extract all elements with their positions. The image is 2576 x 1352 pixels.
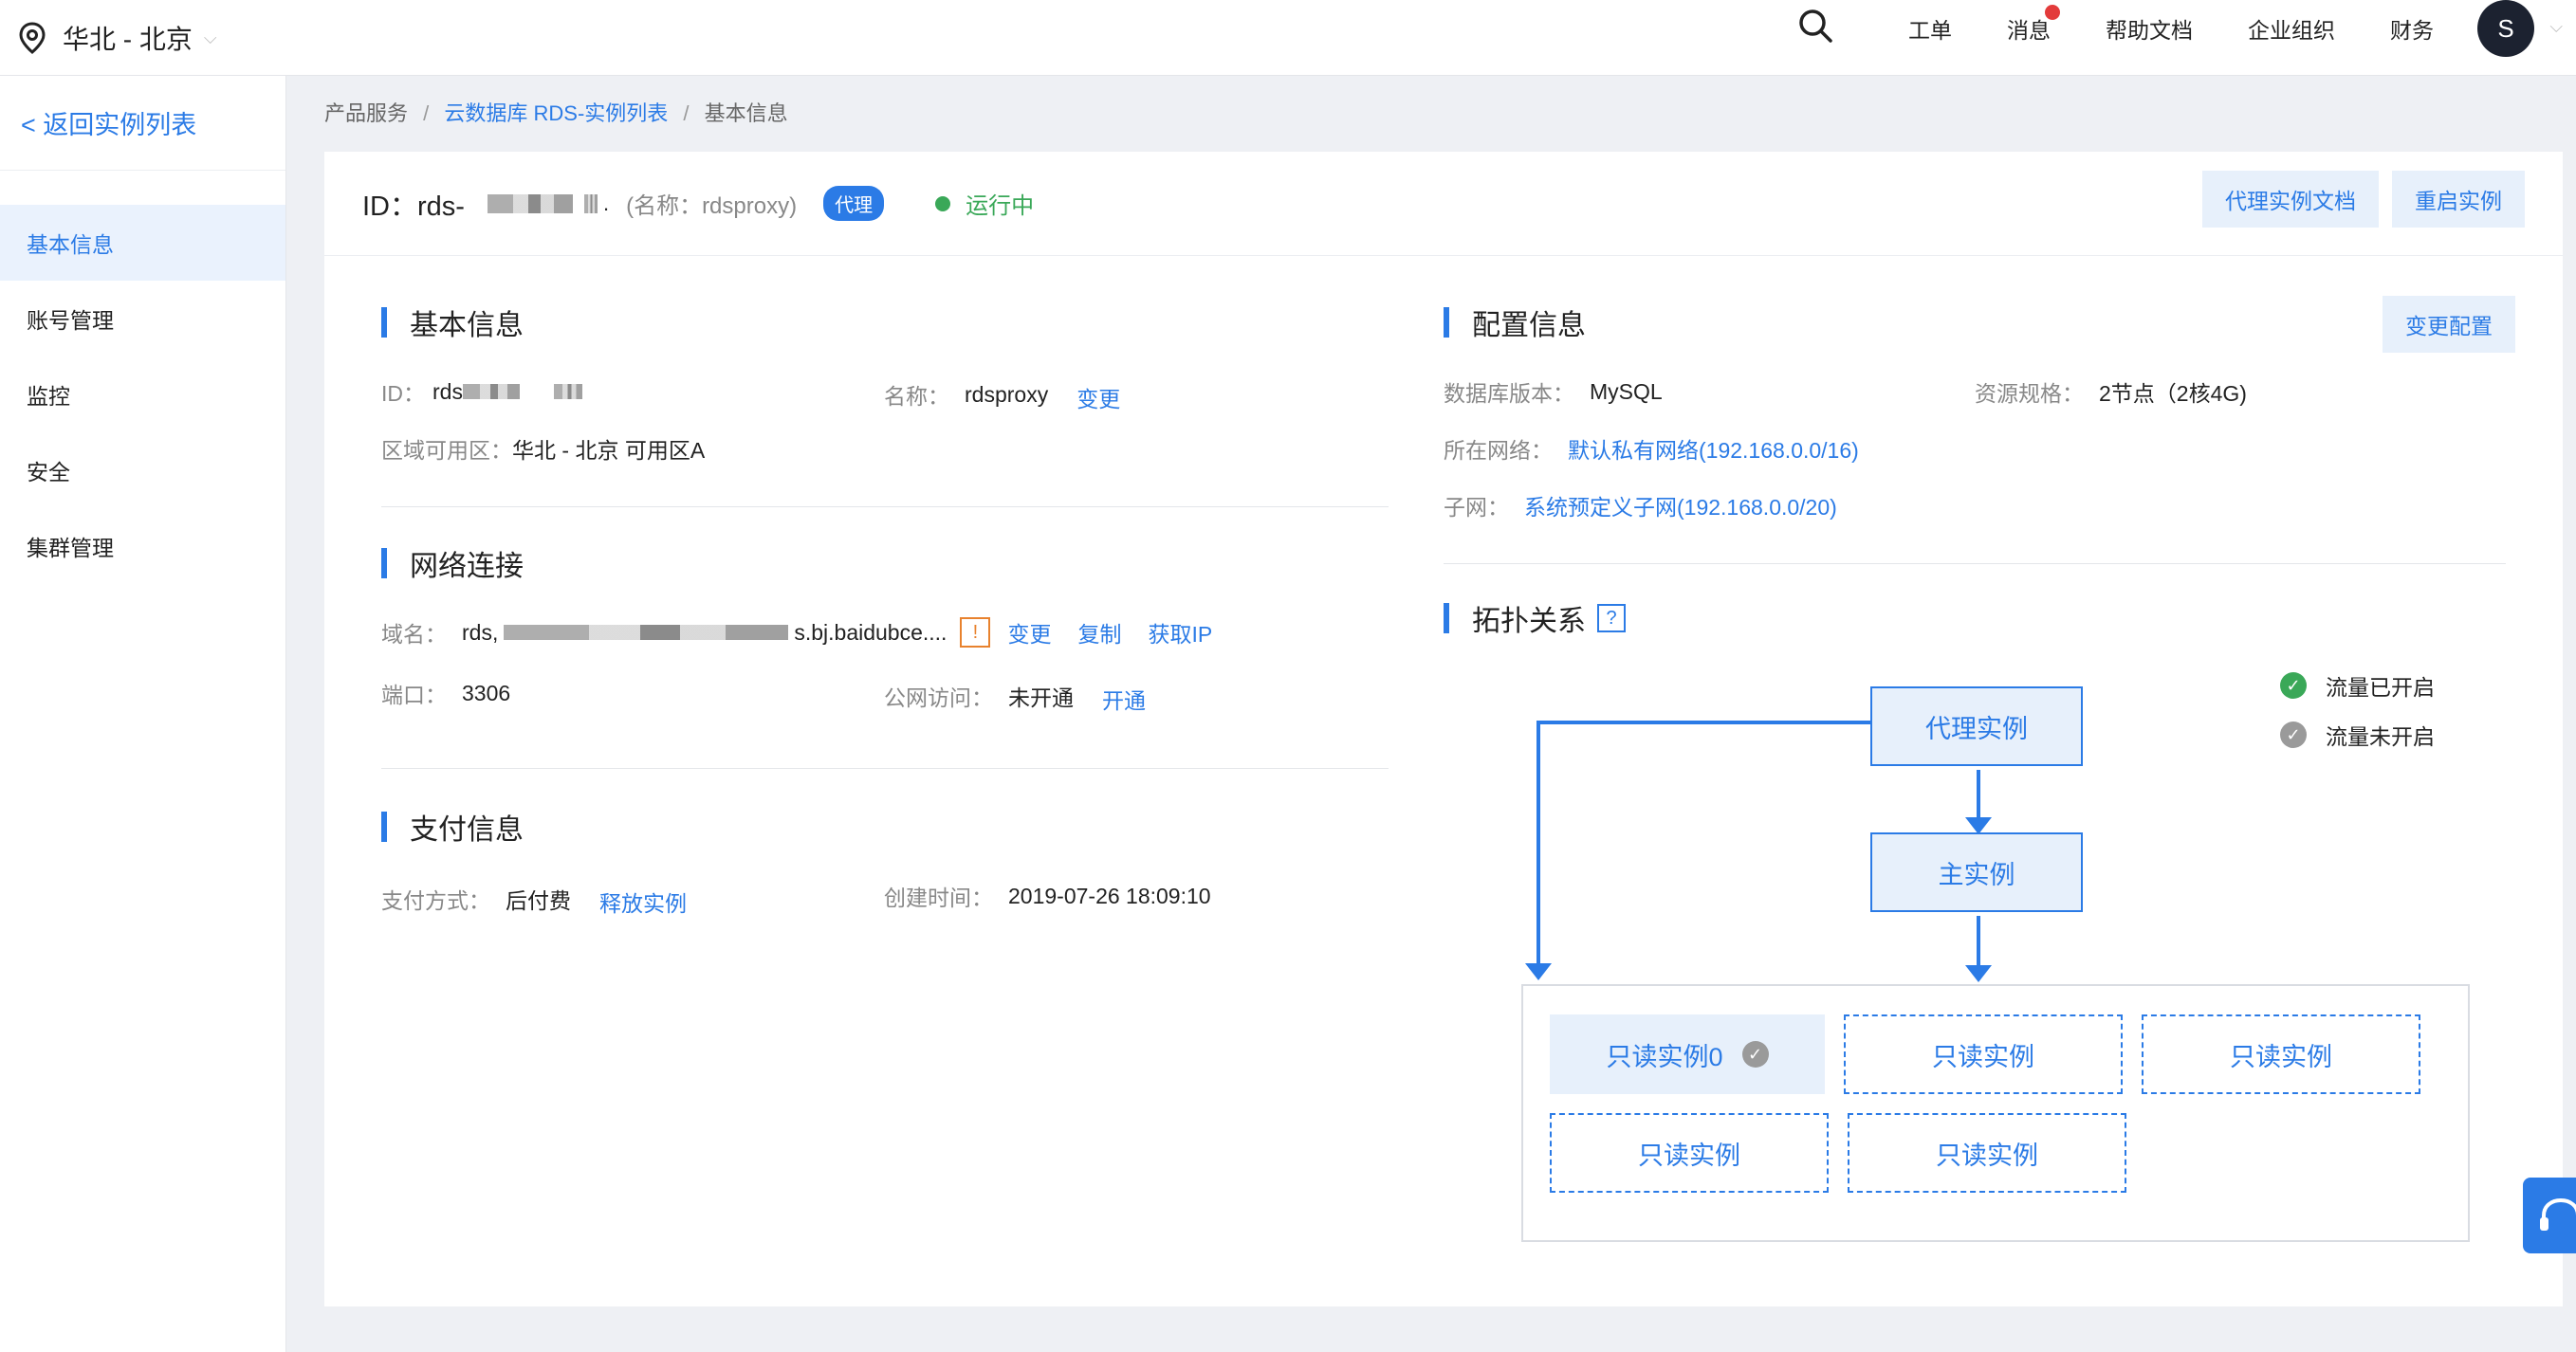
nav-finance[interactable]: 财务: [2390, 12, 2434, 45]
readonly-instance-node[interactable]: 只读实例: [1844, 1014, 2123, 1094]
proxy-instance-node[interactable]: 代理实例: [1870, 686, 2083, 766]
readonly-instance-label: 只读实例0: [1606, 1042, 1723, 1071]
sidebar-item-monitoring[interactable]: 监控: [0, 356, 285, 432]
breadcrumb-separator: /: [683, 101, 690, 125]
top-bar: 华北 - 北京 ⌵ 工单 消息 帮助文档 企业组织 财务 S ⌵: [0, 0, 2576, 76]
customer-support-button[interactable]: [2523, 1178, 2576, 1253]
breadcrumb-current: 基本信息: [704, 101, 788, 125]
nav-ticket[interactable]: 工单: [1908, 12, 1952, 45]
back-to-list-link[interactable]: < 返回实例列表: [0, 76, 285, 171]
readonly-instance-node[interactable]: 只读实例: [1550, 1113, 1829, 1193]
top-nav: 工单 消息 帮助文档 企业组织 财务: [1796, 0, 2434, 57]
breadcrumb-root: 产品服务: [324, 101, 409, 125]
readonly-instance-node[interactable]: 只读实例: [2142, 1014, 2420, 1094]
master-instance-node[interactable]: 主实例: [1870, 832, 2083, 912]
nav-messages[interactable]: 消息: [2007, 5, 2060, 45]
readonly-instance-node[interactable]: 只读实例: [1848, 1113, 2126, 1193]
avatar[interactable]: S: [2477, 0, 2534, 57]
breadcrumb-separator: /: [423, 101, 430, 125]
sidebar-item-basic-info[interactable]: 基本信息: [0, 205, 285, 281]
sidebar-item-cluster[interactable]: 集群管理: [0, 508, 285, 584]
notification-badge: [2045, 5, 2060, 20]
breadcrumb: 产品服务 / 云数据库 RDS-实例列表 / 基本信息: [324, 97, 788, 127]
location-pin-icon: [19, 22, 46, 54]
readonly-instance-node[interactable]: 只读实例0 ✓: [1550, 1014, 1825, 1094]
instance-detail-card: ID：rds- . (名称：rdsproxy) 代理 运行中 代理实例文档 重启…: [324, 152, 2563, 1306]
region-selector[interactable]: 华北 - 北京 ⌵: [19, 13, 217, 63]
check-circle-icon: ✓: [1741, 1041, 1769, 1068]
sidebar-item-accounts[interactable]: 账号管理: [0, 281, 285, 356]
nav-help-docs[interactable]: 帮助文档: [2106, 12, 2193, 45]
region-label: 华北 - 北京: [63, 25, 193, 54]
nav-messages-label: 消息: [2007, 18, 2051, 43]
chevron-down-icon: ⌵: [2549, 17, 2563, 36]
sidebar-item-security[interactable]: 安全: [0, 432, 285, 508]
headset-icon: [2540, 1197, 2576, 1231]
sidebar: < 返回实例列表 基本信息 账号管理 监控 安全 集群管理: [0, 76, 286, 1352]
search-icon[interactable]: [1796, 7, 1834, 50]
chevron-down-icon: ⌵: [203, 27, 217, 47]
nav-organization[interactable]: 企业组织: [2248, 12, 2335, 45]
breadcrumb-instance-list-link[interactable]: 云数据库 RDS-实例列表: [444, 101, 668, 125]
